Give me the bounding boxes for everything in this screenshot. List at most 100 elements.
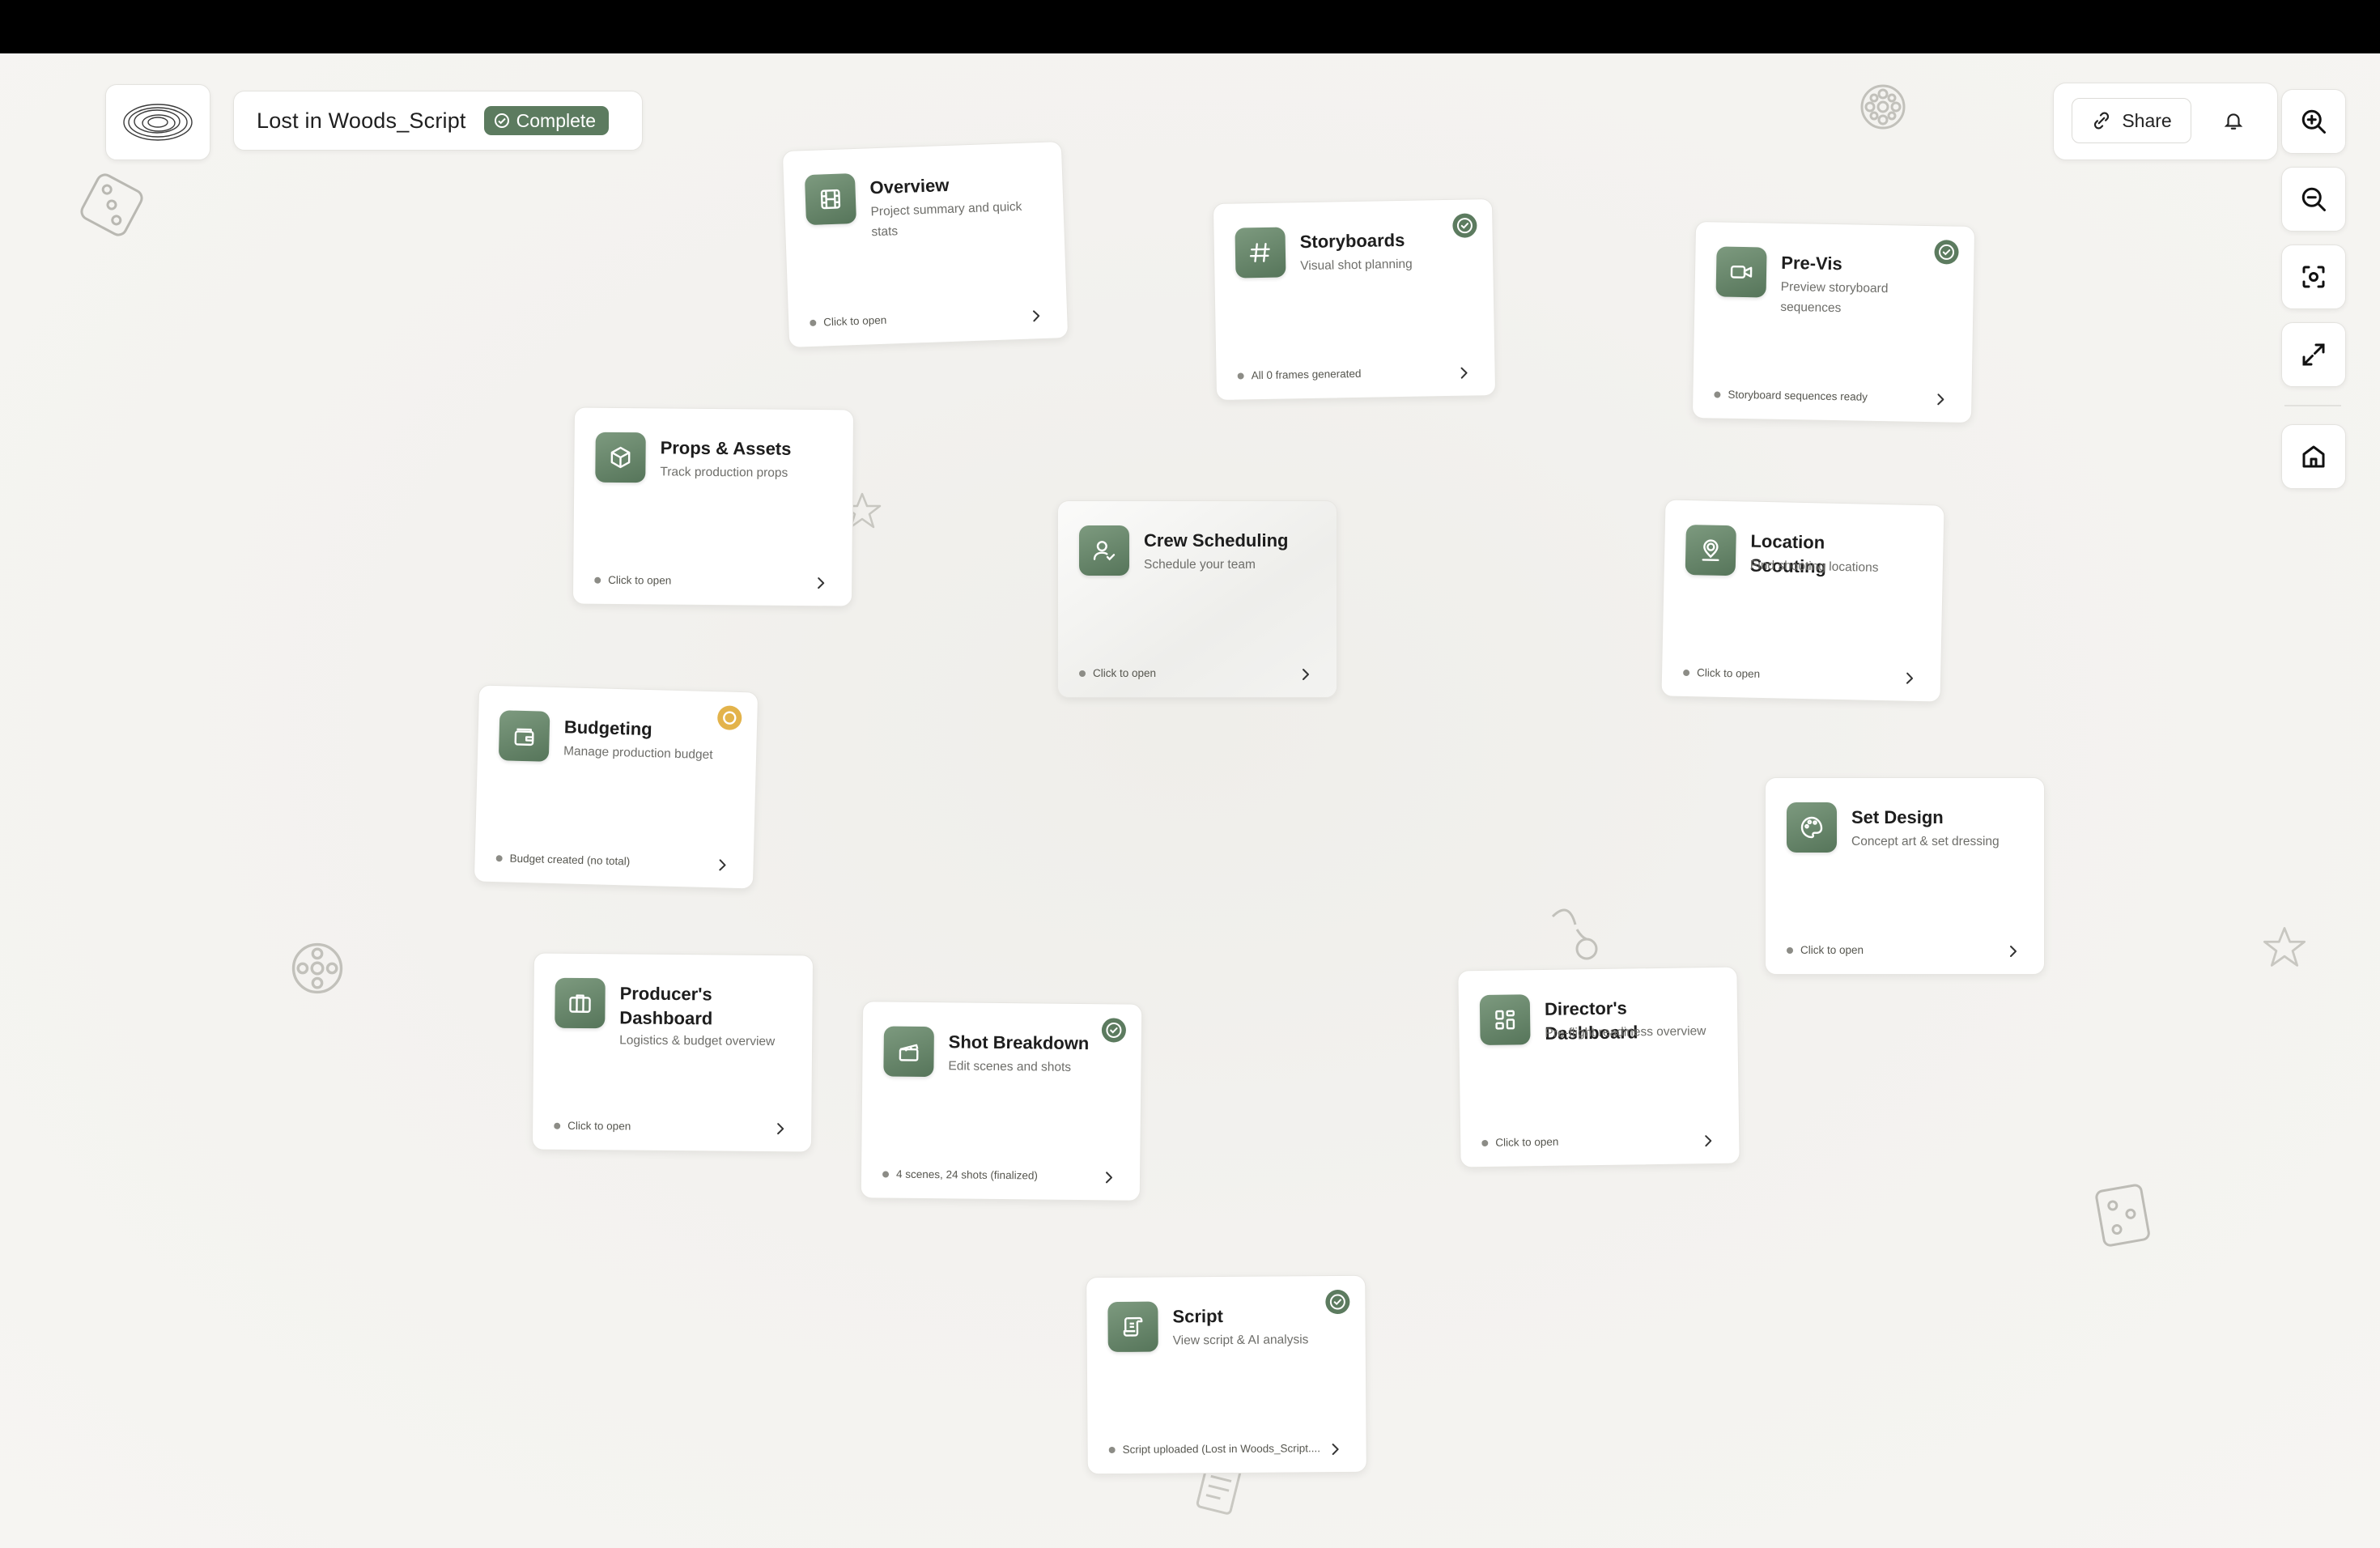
user-check-icon [1093,541,1116,561]
swirl-logo-icon [123,104,193,141]
card-subtitle: Project summary and quick stats [870,199,1022,240]
chevron-right-icon[interactable] [1028,308,1045,325]
home-icon [2302,445,2325,468]
card-footer: Click to open [810,309,1018,329]
card-footer-text: Click to open [823,313,887,329]
chevron-right-icon[interactable] [2005,943,2021,959]
card-previs[interactable]: Pre-Vis Preview storyboard sequences Sto… [1691,220,1976,424]
card-icon-tile [1715,246,1767,298]
card-footer-text: Click to open [567,1119,631,1133]
card-title: Storyboards [1299,229,1405,253]
chevron-right-icon[interactable] [1298,666,1314,683]
zoom-out-button[interactable] [2281,167,2346,232]
chevron-right-icon[interactable] [813,575,829,591]
card-footer-text: Click to open [608,573,672,587]
card-script[interactable]: Script View script & AI analysis Script … [1086,1274,1367,1475]
card-subtitle: Track production props [660,465,788,480]
card-icon-tile [1235,227,1286,279]
film-reel-doodle-icon [291,942,343,994]
card-icon-tile [1685,524,1736,576]
star-doodle-icon [2263,927,2306,967]
card-title: Pre-Vis [1781,252,1842,274]
complete-status-icon [1933,239,1960,266]
card-footer: Budget created (no total) [495,852,704,870]
wallet-icon [514,728,534,746]
zoom-in-icon [2301,109,2326,134]
card-subtitle: Concept art & set dressing [1851,835,2000,848]
card-footer: All 0 frames generated [1237,366,1446,382]
card-overview[interactable]: Overview Project summary and quick stats… [781,141,1069,348]
complete-status-icon [1101,1017,1127,1043]
dice-doodle-icon [2095,1184,2150,1247]
card-footer: Click to open [554,1120,763,1133]
card-subtitle: Manage production budget [563,744,713,763]
chevron-right-icon[interactable] [772,1121,788,1137]
card-set-design[interactable]: Set Design Concept art & set dressing Cl… [1765,777,2045,975]
card-title: Overview [869,174,950,198]
notifications-button[interactable] [2219,106,2248,135]
chevron-right-icon[interactable] [1902,670,1918,687]
card-icon-tile [883,1026,934,1078]
status-badge-label: Complete [516,109,597,131]
focus-icon [2302,266,2325,288]
share-button[interactable]: Share [2072,98,2191,143]
hash-icon [1249,243,1270,262]
card-title: Script [1172,1306,1223,1327]
card-subtitle: Find shooting locations [1749,558,1879,575]
bell-icon [2224,113,2243,130]
scroll-icon [1123,1316,1143,1337]
app-logo[interactable] [105,84,210,160]
palette-icon [1800,816,1823,839]
card-footer-text: All 0 frames generated [1251,367,1362,382]
card-budgeting[interactable]: Budgeting Manage production budget Budge… [473,684,759,890]
card-footer-text: Budget created (no total) [509,852,631,868]
card-subtitle: Logistics & budget overview [619,1033,776,1049]
card-footer-text: 4 scenes, 24 shots (finalized) [895,1167,1038,1182]
card-icon-tile [498,710,550,762]
card-title: Set Design [1851,807,1944,827]
focus-button[interactable] [2281,245,2346,309]
map-pin-icon [1702,539,1719,561]
card-title: Crew Scheduling [1144,530,1289,551]
card-footer: Click to open [1079,667,1288,679]
card-subtitle: Visual shot planning [1300,257,1413,274]
card-location-scouting[interactable]: Location Scouting Find shooting location… [1660,499,1945,703]
link-icon [2094,112,2110,130]
zoom-in-button[interactable] [2281,89,2346,154]
card-subtitle: Pre-flight readiness overview [1545,1024,1706,1040]
card-footer-text: Storyboard sequences ready [1728,388,1868,403]
card-title: Budgeting [563,717,652,740]
card-props-assets[interactable]: Props & Assets Track production props Cl… [572,406,855,607]
card-icon-tile [1787,802,1837,853]
card-subtitle: Schedule your team [1144,558,1256,572]
card-footer: Script uploaded (Lost in Woods_Script...… [1108,1442,1331,1456]
chevron-right-icon[interactable] [1101,1169,1117,1185]
chevron-right-icon[interactable] [1700,1133,1716,1149]
card-directors-dashboard[interactable]: Director's Dashboard Pre-flight readines… [1457,966,1740,1168]
card-crew-scheduling[interactable]: Crew Scheduling Schedule your team Click… [1057,500,1337,698]
project-title-bar[interactable]: Lost in Woods_Script Complete [233,91,643,151]
expand-button[interactable] [2281,322,2346,387]
card-shot-breakdown[interactable]: Shot Breakdown Edit scenes and shots 4 s… [860,1001,1143,1201]
card-storyboards[interactable]: Storyboards Visual shot planning All 0 f… [1212,198,1497,402]
layout-grid-icon [1495,1010,1515,1030]
film-icon [820,189,841,210]
card-footer: Click to open [1683,666,1892,683]
window-top-bar [0,0,2380,53]
card-footer-text: Click to open [1696,666,1761,680]
card-title: Producer's Dashboard [619,983,713,1029]
dice-doodle-icon [80,173,143,236]
video-icon [1730,265,1753,279]
chevron-right-icon[interactable] [1328,1441,1344,1457]
card-producers-dashboard[interactable]: Producer's Dashboard Logistics & budget … [531,952,814,1153]
chevron-right-icon[interactable] [1932,391,1949,407]
card-icon-tile [595,432,646,483]
card-title: Shot Breakdown [948,1031,1090,1054]
card-subtitle: Edit scenes and shots [948,1059,1072,1074]
home-button[interactable] [2281,424,2346,489]
complete-status-icon [1451,212,1478,239]
chevron-right-icon[interactable] [1456,364,1472,381]
chevron-right-icon[interactable] [714,857,731,874]
card-footer-text: Click to open [1800,944,1864,956]
complete-status-icon [1324,1289,1350,1315]
